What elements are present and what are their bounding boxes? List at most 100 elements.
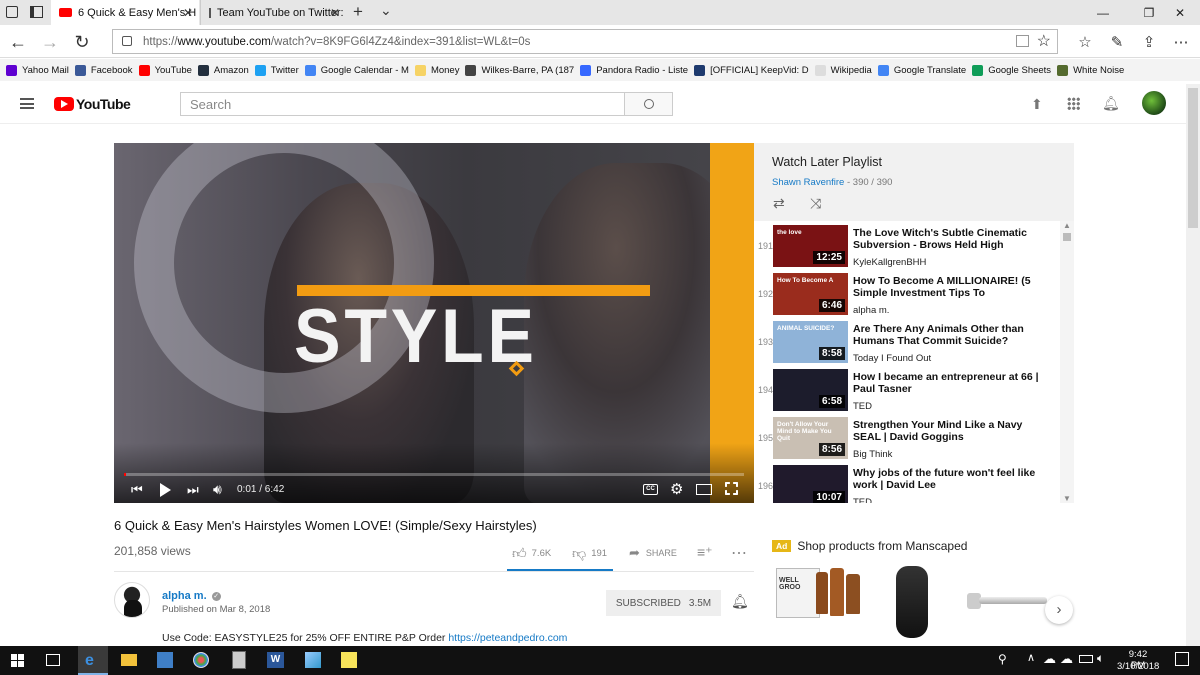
word-app-icon[interactable]: W — [267, 652, 284, 668]
playlist-title[interactable]: Watch Later Playlist — [772, 155, 882, 169]
action-center-icon[interactable] — [1175, 652, 1189, 666]
playlist-item[interactable]: 191 the love 12:25 The Love Witch's Subtle … — [754, 221, 1060, 269]
favorite-link[interactable]: Google Sheets — [972, 64, 1051, 76]
channel-name-link[interactable]: alpha m. — [162, 590, 207, 602]
more-actions-icon[interactable]: ⋯ — [731, 543, 747, 563]
previous-icon[interactable]: ⏮ — [131, 482, 143, 498]
set-aside-tabs-icon[interactable] — [30, 6, 43, 18]
apps-grid-icon[interactable] — [1067, 97, 1080, 110]
add-to-playlist-icon[interactable]: ≡⁺ — [697, 544, 713, 561]
favorite-link[interactable]: Google Calendar - M — [304, 64, 409, 76]
playlist-item[interactable]: 194 6:58 How I became an entrepreneur at 6… — [754, 365, 1060, 413]
playlist-scrollbar[interactable]: ▲ ▼ — [1060, 221, 1074, 503]
playlist-item-thumbnail[interactable]: How To Become A 6:46 — [773, 273, 848, 315]
playlist-item[interactable]: 195 Don't Allow Your Mind to Make You Qui… — [754, 413, 1060, 461]
taskbar-date[interactable]: 3/10/2018 — [1117, 661, 1159, 672]
playlist-item-title[interactable]: The Love Witch's Subtle Cinematic Subver… — [853, 227, 1053, 251]
close-tab-icon[interactable]: ✕ — [330, 6, 340, 20]
onedrive-cloud-icon[interactable]: ☁ — [1043, 651, 1061, 669]
next-icon[interactable]: ⏭ — [187, 482, 199, 498]
captions-icon[interactable]: CC — [643, 484, 658, 495]
notifications-bell-icon[interactable]: 🔔︎ — [1102, 95, 1120, 112]
windows-start-icon[interactable] — [11, 654, 24, 667]
playlist-item-thumbnail[interactable]: 10:07 — [773, 465, 848, 503]
ad-product-trimmer[interactable] — [896, 566, 928, 638]
video-player[interactable]: STYLE ⏮ ⏭ 🔊︎ 0:01 / 6:42 CC ⚙ — [114, 143, 754, 503]
loop-icon[interactable]: ⇄ — [773, 195, 785, 212]
close-tab-icon[interactable]: ✕ — [183, 6, 193, 20]
favorite-link[interactable]: Twitter — [254, 64, 299, 76]
page-scrollbar-thumb[interactable] — [1188, 88, 1198, 228]
refresh-icon[interactable]: ↻ — [69, 29, 95, 55]
tab-preview-icon[interactable] — [6, 6, 18, 18]
more-menu-icon[interactable]: ⋯ — [1168, 29, 1194, 55]
notification-bell-icon[interactable]: 🔔︎ — [731, 593, 749, 610]
favorite-star-icon[interactable]: ☆ — [1037, 31, 1051, 51]
reading-view-icon[interactable] — [1016, 35, 1029, 47]
favorites-hub-icon[interactable]: ☆ — [1072, 29, 1098, 55]
favorite-link[interactable]: Google Translate — [877, 64, 966, 76]
search-input[interactable]: Search — [180, 92, 625, 116]
favorite-link[interactable]: YouTube — [138, 64, 192, 76]
favorite-link[interactable]: Wikipedia — [814, 64, 872, 76]
favorite-link[interactable]: Money — [414, 64, 459, 76]
search-button[interactable] — [624, 92, 673, 116]
playlist-item[interactable]: 196 10:07 Why jobs of the future won't fee… — [754, 461, 1060, 503]
favorite-link[interactable]: Amazon — [197, 64, 249, 76]
playlist-item-thumbnail[interactable]: the love 12:25 — [773, 225, 848, 267]
address-bar[interactable]: https://www.youtube.com/watch?v=8K9FG6l4… — [112, 29, 1058, 54]
playlist-item-title[interactable]: How To Become A MILLIONAIRE! (5 Simple I… — [853, 275, 1053, 299]
minimize-button[interactable]: — — [1080, 0, 1126, 25]
ad-product-razor[interactable] — [967, 587, 1047, 613]
playlist-item-thumbnail[interactable]: Don't Allow Your Mind to Make You Quit 8:… — [773, 417, 848, 459]
favorite-link[interactable]: Pandora Radio - Liste — [580, 64, 688, 76]
tab-twitter[interactable]: Team YouTube on Twitter: " ✕ — [200, 0, 346, 25]
volume-tray-icon[interactable]: 🔈︎ — [1097, 651, 1115, 669]
play-icon[interactable] — [160, 483, 171, 497]
snipping-tool-icon[interactable] — [305, 652, 321, 668]
description-link[interactable]: https://peteandpedro.com — [448, 632, 567, 644]
photos-app-icon[interactable] — [157, 652, 173, 668]
playlist-owner-link[interactable]: Shawn Ravenfire — [772, 177, 844, 188]
progress-bar[interactable] — [124, 473, 744, 476]
like-button[interactable]: 👍︎ 7.6K — [512, 545, 551, 562]
close-window-button[interactable]: ✕ — [1160, 0, 1200, 25]
new-tab-button[interactable]: + — [353, 2, 363, 22]
account-avatar[interactable] — [1142, 91, 1166, 115]
playlist-item-title[interactable]: Strengthen Your Mind Like a Navy SEAL | … — [853, 419, 1053, 443]
favorite-link[interactable]: [OFFICIAL] KeepVid: D — [694, 64, 809, 76]
playlist-scrollbar-thumb[interactable] — [1063, 233, 1071, 241]
ad-title[interactable]: Shop products from Manscaped — [797, 539, 967, 553]
scroll-up-chevron-icon[interactable]: ▲ — [1060, 221, 1074, 230]
settings-gear-icon[interactable]: ⚙ — [670, 480, 683, 498]
onedrive-cloud-icon-2[interactable]: ☁ — [1060, 651, 1078, 669]
paint-app-icon[interactable] — [193, 652, 209, 668]
task-view-icon[interactable] — [46, 654, 60, 666]
back-arrow-icon[interactable]: ← — [5, 29, 31, 55]
edge-browser-icon[interactable]: e — [78, 646, 108, 675]
favorite-link[interactable]: Wilkes-Barre, PA (187 — [465, 64, 574, 76]
playlist-item-thumbnail[interactable]: ANIMAL SUICIDE? 8:58 — [773, 321, 848, 363]
playlist-item-title[interactable]: Why jobs of the future won't feel like w… — [853, 467, 1053, 491]
favorite-link[interactable]: White Noise — [1057, 64, 1124, 76]
playlist-item[interactable]: 192 How To Become A 6:46 How To Become A MI… — [754, 269, 1060, 317]
volume-icon[interactable]: 🔊︎ — [213, 481, 222, 498]
battery-icon[interactable] — [1079, 655, 1093, 663]
youtube-logo[interactable]: YouTube — [54, 96, 131, 112]
tab-list-chevron-icon[interactable]: ⌄ — [380, 2, 392, 19]
subscribed-button[interactable]: SUBSCRIBED 3.5M — [606, 590, 721, 616]
forward-arrow-icon[interactable]: → — [37, 29, 63, 55]
theater-mode-icon[interactable] — [696, 484, 712, 495]
tab-youtube-video[interactable]: 6 Quick & Easy Men's H ✕ — [51, 0, 199, 25]
page-scrollbar[interactable] — [1186, 84, 1200, 646]
sticky-notes-icon[interactable] — [341, 652, 357, 668]
people-icon[interactable]: ⚲ — [998, 652, 1016, 670]
calculator-icon[interactable] — [232, 651, 246, 669]
channel-avatar[interactable] — [114, 582, 150, 618]
fullscreen-icon[interactable] — [725, 482, 738, 495]
favorite-link[interactable]: Facebook — [74, 64, 133, 76]
playlist-item-thumbnail[interactable]: 6:58 — [773, 369, 848, 411]
favorite-link[interactable]: Yahoo Mail — [6, 64, 69, 76]
upload-icon[interactable]: ⬆ — [1031, 96, 1043, 113]
playlist-item-title[interactable]: Are There Any Animals Other than Humans … — [853, 323, 1053, 347]
